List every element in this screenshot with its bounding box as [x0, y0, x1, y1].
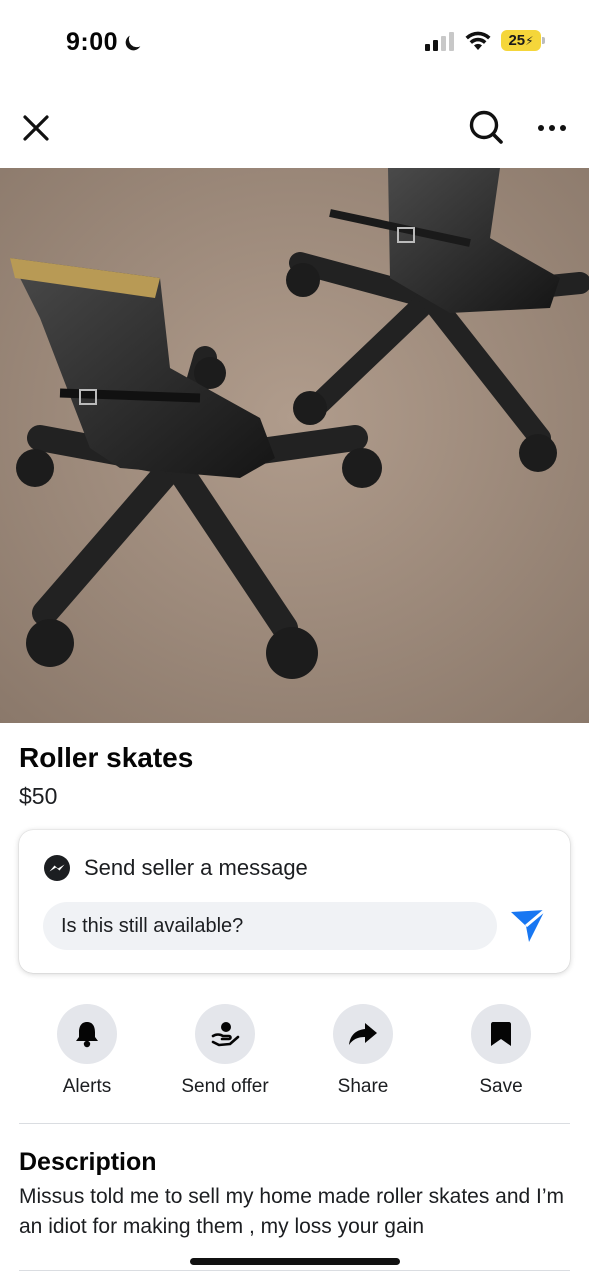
message-input[interactable]: Is this still available? [43, 902, 497, 950]
bookmark-icon [491, 1022, 511, 1046]
send-offer-button[interactable]: Send offer [156, 1004, 294, 1104]
status-bar: 9:00 25 ⚡ [0, 0, 589, 90]
message-card-heading: Send seller a message [84, 855, 308, 880]
listing-photo-illustration [0, 168, 589, 723]
message-input-value: Is this still available? [61, 914, 244, 937]
share-button-circle[interactable] [333, 1004, 393, 1064]
nav-bar [0, 100, 589, 160]
alerts-label: Alerts [62, 1076, 112, 1097]
listing-price: $50 [19, 783, 58, 809]
close-icon[interactable] [20, 112, 52, 144]
action-row: Alerts Send offer Share Save [18, 1004, 570, 1104]
clock-text: 9:00 [66, 28, 119, 56]
share-button[interactable]: Share [294, 1004, 432, 1104]
section-divider [19, 1123, 570, 1124]
status-time: 9:00 [66, 28, 144, 57]
message-card-header: Send seller a message [43, 854, 308, 882]
status-indicators: 25 ⚡ [425, 30, 545, 51]
moon-icon [125, 35, 141, 50]
save-button-circle[interactable] [471, 1004, 531, 1064]
alerts-button[interactable]: Alerts [18, 1004, 156, 1104]
battery-level: 25 [508, 32, 526, 49]
offer-icon [211, 1022, 240, 1047]
share-label: Share [337, 1076, 389, 1097]
listing-photo[interactable] [0, 168, 589, 723]
messenger-icon [44, 855, 70, 881]
message-card: Send seller a message Is this still avai… [19, 830, 570, 973]
wifi-icon [465, 31, 491, 50]
send-offer-label: Send offer [181, 1076, 269, 1097]
save-label: Save [479, 1076, 523, 1097]
bottom-divider [19, 1270, 570, 1271]
signal-icon [425, 31, 454, 51]
charging-icon: ⚡ [525, 33, 534, 48]
share-icon [349, 1023, 377, 1045]
home-indicator[interactable] [190, 1258, 400, 1265]
more-icon[interactable] [535, 112, 569, 144]
battery-indicator: 25 ⚡ [501, 30, 545, 51]
save-button[interactable]: Save [432, 1004, 570, 1104]
bell-icon [76, 1022, 98, 1048]
listing-title: Roller skates [19, 742, 194, 773]
send-icon[interactable] [509, 908, 547, 944]
description-body: Missus told me to sell my home made roll… [19, 1185, 565, 1238]
send-offer-button-circle[interactable] [195, 1004, 255, 1064]
search-icon[interactable] [467, 108, 505, 146]
alerts-button-circle[interactable] [57, 1004, 117, 1064]
description-heading: Description [19, 1148, 157, 1176]
